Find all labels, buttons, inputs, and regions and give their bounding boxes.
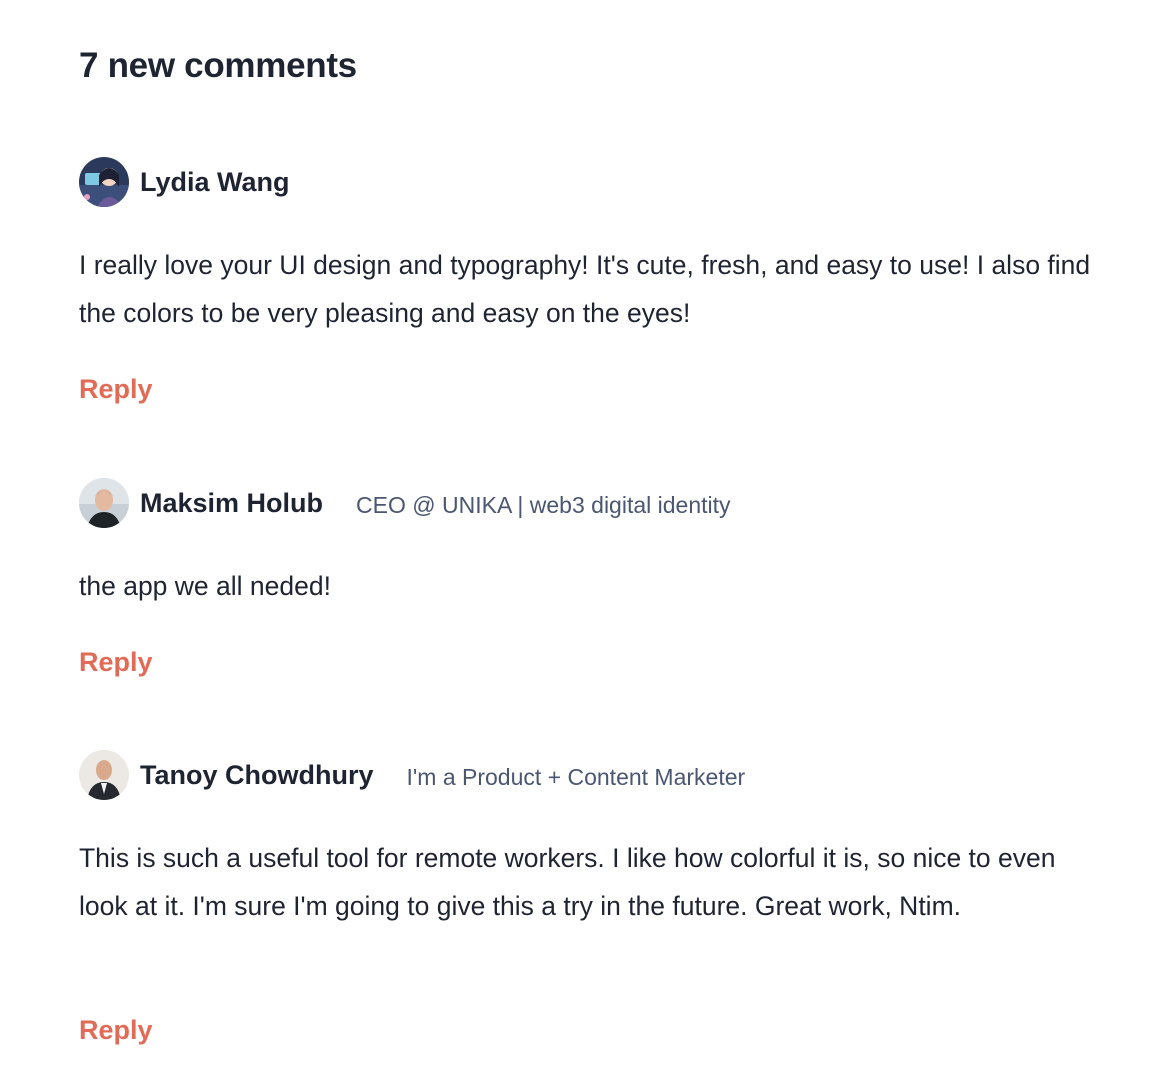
comment-author-name[interactable]: Lydia Wang: [140, 167, 290, 198]
avatar-photo-icon[interactable]: [79, 478, 129, 528]
comment-author-row: Maksim Holub CEO @ UNIKA | web3 digital …: [79, 478, 1099, 528]
comment-body: I really love your UI design and typogra…: [79, 250, 1091, 328]
comment-body: the app we all neded!: [79, 571, 331, 601]
comment-author-headline: I'm a Product + Content Marketer: [406, 763, 746, 790]
avatar-photo-icon[interactable]: [79, 750, 129, 800]
comment-body: This is such a useful tool for remote wo…: [79, 843, 1056, 921]
comment-item: Tanoy Chowdhury I'm a Product + Content …: [79, 750, 1099, 1045]
comment-author-headline: CEO @ UNIKA | web3 digital identity: [356, 491, 731, 518]
comment-author-name[interactable]: Tanoy Chowdhury: [140, 760, 374, 791]
comments-heading: 7 new comments: [79, 46, 357, 85]
comment-item: Maksim Holub CEO @ UNIKA | web3 digital …: [79, 478, 1099, 677]
avatar-illustration-icon[interactable]: [79, 157, 129, 207]
comment-author-row: Lydia Wang: [79, 157, 1099, 207]
comment-author-row: Tanoy Chowdhury I'm a Product + Content …: [79, 750, 1099, 800]
reply-button[interactable]: Reply: [79, 374, 153, 405]
comment-author-name[interactable]: Maksim Holub: [140, 488, 323, 519]
reply-button[interactable]: Reply: [79, 1015, 153, 1046]
comment-item: Lydia Wang I really love your UI design …: [79, 157, 1099, 404]
reply-button[interactable]: Reply: [79, 647, 153, 678]
